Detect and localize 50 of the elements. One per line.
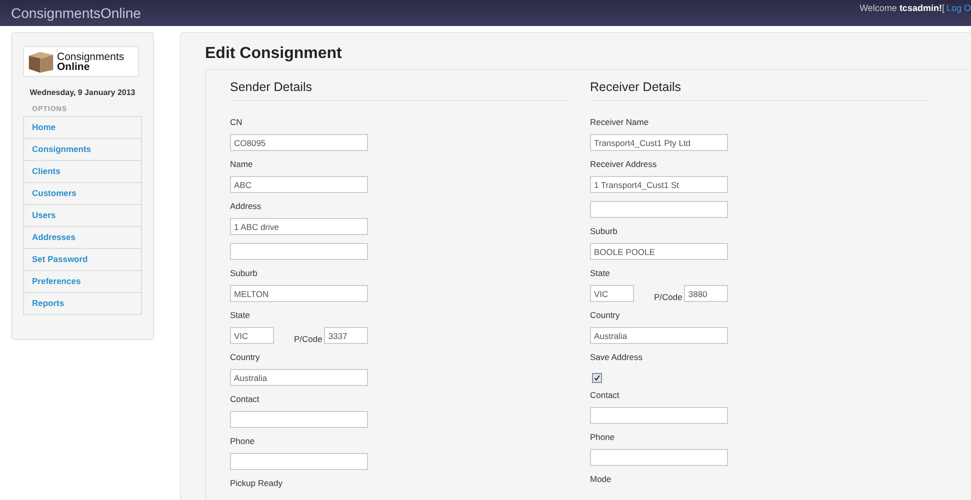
page-title: Edit Consignment bbox=[205, 45, 343, 63]
field-label: Suburb bbox=[230, 268, 258, 279]
checkbox[interactable] bbox=[592, 373, 602, 383]
postcode-field[interactable]: 3880 bbox=[684, 285, 728, 302]
field-label: CN bbox=[230, 117, 244, 128]
box-icon bbox=[27, 49, 55, 74]
input-field[interactable]: 1 ABC drive bbox=[230, 218, 368, 235]
input-field[interactable] bbox=[590, 201, 728, 218]
postcode-field[interactable]: 3337 bbox=[324, 327, 368, 344]
brand-name[interactable]: ConsignmentsOnline bbox=[11, 0, 141, 26]
field-label: Mode bbox=[590, 474, 612, 485]
input-field[interactable] bbox=[590, 407, 728, 424]
field-label: Contact bbox=[230, 394, 260, 405]
input-field[interactable]: 1 Transport4_Cust1 St bbox=[590, 176, 728, 193]
section-heading: Receiver Details bbox=[590, 80, 930, 101]
input-field[interactable]: BOOLE POOLE bbox=[590, 243, 728, 260]
field-label: Country bbox=[230, 352, 261, 363]
field-label: Receiver Address bbox=[590, 159, 658, 170]
input-field[interactable] bbox=[230, 453, 368, 470]
field-label: Phone bbox=[590, 432, 616, 443]
date-text: Wednesday, 9 January 2013 bbox=[30, 87, 136, 98]
input-field[interactable]: CO8095 bbox=[230, 134, 368, 151]
input-field[interactable]: Australia bbox=[590, 327, 728, 344]
logout-link[interactable]: Log O bbox=[946, 3, 971, 13]
field-label: Pickup Ready bbox=[230, 478, 284, 489]
state-field[interactable]: VIC bbox=[230, 327, 274, 344]
input-field[interactable] bbox=[230, 243, 368, 260]
input-field[interactable]: MELTON bbox=[230, 285, 368, 302]
field-label: Receiver Name bbox=[590, 117, 650, 128]
field-label: P/Code bbox=[654, 292, 682, 302]
field-label: Name bbox=[230, 159, 254, 170]
input-field[interactable]: Transport4_Cust1 Pty Ltd bbox=[590, 134, 728, 151]
field-label: Suburb bbox=[590, 226, 618, 237]
state-field[interactable]: VIC bbox=[590, 285, 634, 302]
field-label: P/Code bbox=[294, 334, 322, 344]
field-label: Phone bbox=[230, 436, 256, 447]
section-heading: Sender Details bbox=[230, 80, 570, 101]
field-label: Country bbox=[590, 310, 621, 321]
field-label: State bbox=[230, 310, 251, 321]
field-label: State bbox=[590, 268, 611, 279]
logo-text: Online bbox=[57, 62, 90, 72]
input-field[interactable]: ABC bbox=[230, 176, 368, 193]
logo-text: Consignments bbox=[57, 52, 124, 62]
input-field[interactable] bbox=[230, 411, 368, 428]
field-label: Save Address bbox=[590, 352, 644, 363]
field-label: Contact bbox=[590, 390, 620, 401]
field-label: Address bbox=[230, 201, 262, 212]
input-field[interactable]: Australia bbox=[230, 369, 368, 386]
welcome-text: Welcome tcsadmin![ bbox=[860, 3, 944, 13]
input-field[interactable] bbox=[590, 449, 728, 466]
